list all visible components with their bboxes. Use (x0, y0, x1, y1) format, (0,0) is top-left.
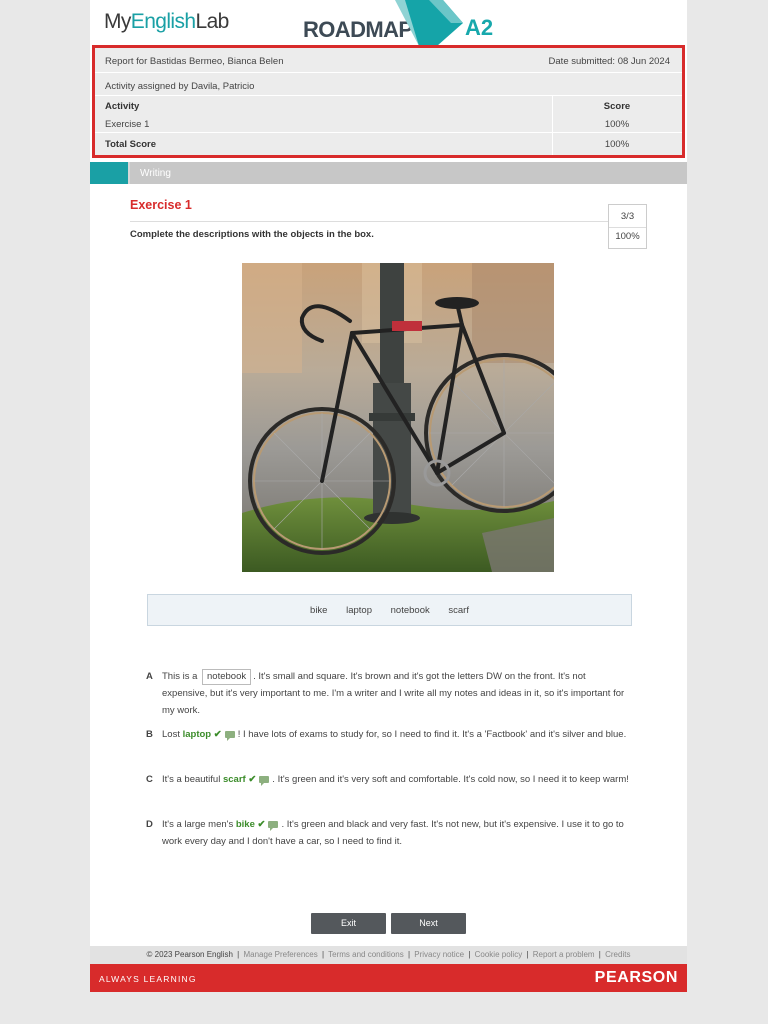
next-button[interactable]: Next (391, 913, 466, 934)
copyright: © 2023 Pearson English (146, 950, 233, 959)
activity-score: 100% (604, 119, 630, 130)
footer-links: © 2023 Pearson English | Manage Preferen… (90, 946, 687, 964)
score-fraction: 3/3 (620, 211, 635, 222)
activity-name: Exercise 1 (105, 119, 150, 130)
activity-page: MyEnglishLab ROADMAP™ A2 Report for Bast… (90, 0, 687, 992)
question-letter: A (146, 671, 153, 682)
score-box-divider (609, 227, 646, 228)
question-text-post: . It's green and it's very soft and comf… (272, 774, 629, 785)
word-box-item: scarf (448, 605, 469, 616)
column-divider (552, 96, 553, 155)
assigned-by: Activity assigned by Davila, Patricio (105, 81, 255, 92)
report-header-row: Report for Bastidas Bermeo, Bianca Belen… (95, 48, 682, 73)
total-score-value: 100% (604, 139, 630, 150)
question-text-post: ! I have lots of exams to study for, so … (237, 729, 627, 740)
exercise-score-box: 3/3 100% (608, 204, 647, 249)
question-text: This is a notebook. It's small and squar… (162, 668, 632, 719)
checkmark-icon: ✔ (213, 729, 222, 740)
logo-text-my: My (104, 10, 131, 33)
comment-icon[interactable] (259, 775, 270, 786)
myenglishlab-logo: MyEnglishLab (104, 10, 229, 34)
report-summary: Report for Bastidas Bermeo, Bianca Belen… (92, 45, 685, 158)
pearson-brand-bar: ALWAYS LEARNING PEARSON (90, 964, 687, 992)
word-box: bike laptop notebook scarf (147, 594, 632, 626)
section-tab-bar: Writing (90, 162, 687, 184)
date-submitted: Date submitted: 08 Jun 2024 (548, 56, 670, 67)
question-letter: B (146, 729, 153, 740)
bicycle-photo (242, 263, 554, 572)
footer-divider: | (598, 950, 601, 959)
footer-divider: | (237, 950, 240, 959)
exercise-title: Exercise 1 (130, 198, 192, 212)
question-text-pre: It's a large men's (162, 819, 234, 830)
word-box-item: notebook (390, 605, 430, 616)
footer-link-cookie-policy[interactable]: Cookie policy (475, 950, 523, 959)
tab-accent-marker (90, 162, 128, 184)
comment-icon[interactable] (268, 820, 279, 831)
word-box-item: laptop (346, 605, 372, 616)
assigned-by-row: Activity assigned by Davila, Patricio (95, 73, 682, 96)
footer-divider: | (407, 950, 411, 959)
footer-divider: | (468, 950, 471, 959)
score-column-header: Score (603, 101, 631, 112)
title-divider (130, 221, 608, 222)
question-letter: C (146, 774, 153, 785)
word-box-item: bike (310, 605, 328, 616)
footer-link-credits[interactable]: Credits (605, 950, 630, 959)
comment-icon[interactable] (224, 730, 235, 741)
correct-answer: scarf (222, 774, 246, 785)
question-text: Lost laptop ✔ ! I have lots of exams to s… (162, 726, 632, 743)
footer-link-privacy[interactable]: Privacy notice (414, 950, 464, 959)
footer-divider: | (526, 950, 529, 959)
exit-button[interactable]: Exit (311, 913, 386, 934)
logo-text-english: English (130, 10, 196, 33)
correct-answer: bike (235, 819, 255, 830)
activity-score-row: Activity Exercise 1 Score 100% (95, 96, 682, 133)
footer-link-manage-preferences[interactable]: Manage Preferences (243, 950, 317, 959)
report-for: Report for Bastidas Bermeo, Bianca Belen (105, 56, 284, 67)
total-score-row: Total Score 100% (95, 133, 682, 155)
logo-text-lab: Lab (195, 10, 229, 33)
activity-column-header: Activity (105, 101, 140, 112)
tab-writing[interactable]: Writing (130, 162, 687, 184)
score-percent: 100% (615, 231, 640, 242)
question-letter: D (146, 819, 153, 830)
footer-link-terms[interactable]: Terms and conditions (328, 950, 404, 959)
question-text: It's a beautiful scarf ✔ . It's green and… (162, 771, 632, 788)
answer-field[interactable]: notebook (202, 669, 252, 685)
question-text-pre: Lost (162, 729, 180, 740)
course-level: A2 (465, 15, 494, 40)
correct-answer: laptop (182, 729, 212, 740)
question-text-pre: This is a (162, 671, 198, 682)
footer-divider: | (321, 950, 325, 959)
exercise-instruction: Complete the descriptions with the objec… (130, 229, 374, 240)
question-text-pre: It's a beautiful (162, 774, 221, 785)
tagline: ALWAYS LEARNING (99, 974, 197, 984)
checkmark-icon: ✔ (257, 819, 266, 830)
footer-link-report-problem[interactable]: Report a problem (533, 950, 595, 959)
question-text: It's a large men's bike ✔. It's green an… (162, 816, 632, 850)
roadmap-chevron-icon (395, 0, 463, 46)
pearson-logo: PEARSON (594, 969, 678, 986)
checkmark-icon: ✔ (248, 774, 257, 785)
total-score-label: Total Score (105, 139, 157, 150)
